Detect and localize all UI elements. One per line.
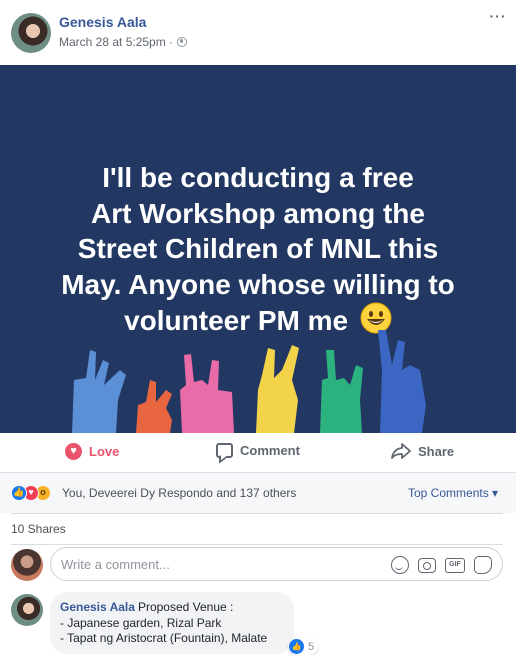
share-label: Share [418,443,455,459]
reaction-icons[interactable]: 👍 ♥ o [11,485,51,501]
comment-label: Comment [240,443,300,458]
more-options-icon[interactable]: ··· [488,9,508,26]
comment-bubble: Genesis Aala Proposed Venue : - Japanese … [50,592,294,654]
comment-line: - Tapat ng Aristocrat (Fountain), Malate [60,631,268,645]
current-user-avatar[interactable] [11,549,43,581]
post-image[interactable]: I'll be conducting a free Art Workshop a… [0,65,516,433]
divider [11,544,503,545]
comment-line: - Japanese garden, Rizal Park [60,615,222,630]
hand-darkblue-icon [378,330,426,433]
shares-count[interactable]: 10 Shares [11,522,66,536]
reactions-summary: 👍 ♥ o You, Deveerei Dy Respondo and 137 … [0,473,516,513]
author-name[interactable]: Genesis Aala [59,14,146,30]
post-meta: March 28 at 5:25pm · [59,35,188,49]
like-icon: 👍 [289,639,304,654]
comment-button[interactable]: Comment [216,443,300,458]
sticker-icon[interactable] [474,556,492,574]
post-text-line: May. Anyone whose willing to [61,268,455,300]
hand-green-icon [320,350,363,433]
comment-item: Genesis Aala Proposed Venue : - Japanese … [0,590,516,655]
composer-icons: GIF [391,556,492,574]
emoji-smile-icon[interactable] [391,556,409,574]
globe-icon [177,37,188,47]
comment-like-count: 5 [308,640,315,653]
comment-author[interactable]: Genesis Aala [60,600,135,614]
love-label: Love [89,444,120,459]
post-text-line: I'll be conducting a free [102,162,414,193]
raised-hands-illustration [72,330,426,433]
comment-first-line: Genesis Aala Proposed Venue : [60,600,284,616]
post-text-line: Art Workshop among the [91,197,425,229]
reaction-summary-text[interactable]: You, Deveerei Dy Respondo and 137 others [62,486,296,500]
comment-input[interactable] [61,557,361,572]
post-text-line: Street Children of MNL this [77,233,439,264]
love-button[interactable]: Love [65,443,119,460]
author-avatar[interactable] [11,13,51,53]
share-button[interactable]: Share [391,443,454,459]
hand-pink-icon [180,354,234,433]
hand-blue-icon [72,350,126,433]
commenter-avatar[interactable] [11,594,43,626]
hand-yellow-icon [256,345,299,433]
camera-icon[interactable] [418,558,436,573]
post-timestamp[interactable]: March 28 at 5:25pm · [59,35,173,49]
like-icon: 👍 [11,485,27,501]
comment-reaction-count[interactable]: 👍 5 [288,638,319,655]
hand-orange-icon [136,380,172,433]
post-action-bar: Love Comment Share [0,433,516,473]
post-text: I'll be conducting a free Art Workshop a… [0,160,516,339]
comment-icon [216,443,233,458]
gif-icon[interactable]: GIF [445,558,465,573]
comment-box[interactable]: GIF [50,547,503,581]
comment-intro: Proposed Venue : [137,600,234,614]
post-header: Genesis Aala March 28 at 5:25pm · ··· [0,0,516,64]
love-reaction-icon [65,443,82,460]
top-comments-dropdown[interactable]: Top Comments ▾ [408,486,498,500]
share-arrow-icon [391,443,411,459]
divider [11,513,503,514]
